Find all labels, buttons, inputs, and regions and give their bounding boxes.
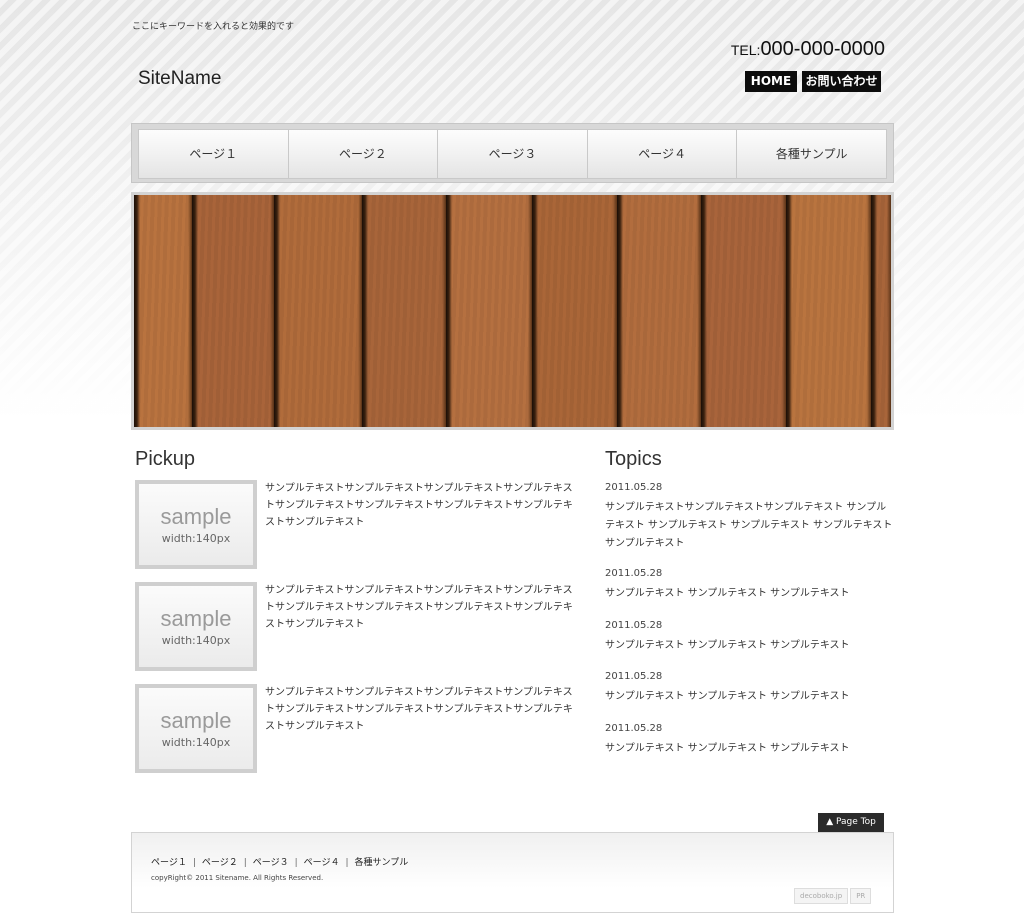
wood-plank [192,195,274,427]
wood-plank [701,195,786,427]
topic-text[interactable]: サンプルテキスト サンプルテキスト サンプルテキスト [605,740,895,758]
wood-plank [532,195,617,427]
tel-label: TEL: [730,42,761,58]
pickup-thumbnail[interactable]: sample width:140px [135,684,257,773]
wood-plank [446,195,532,427]
page-top-button[interactable]: ▲ Page Top [818,813,884,832]
thumb-size: width:140px [161,736,231,749]
topic-text[interactable]: サンプルテキスト サンプルテキスト サンプルテキスト [605,637,895,655]
tel-value: 000-000-0000 [760,38,885,60]
wood-plank [274,195,362,427]
badge-site[interactable]: decoboko.jp [794,888,849,904]
pickup-thumbnail[interactable]: sample width:140px [135,582,257,671]
footer: ページ１ | ページ２ | ページ３ | ページ４ | 各種サンプル copyRight© 20… [131,832,894,913]
nav-item-samples[interactable]: 各種サンプル [737,130,886,178]
topic-text[interactable]: サンプルテキスト サンプルテキスト サンプルテキスト [605,688,895,706]
pickup-text: サンプルテキストサンプルテキストサンプルテキストサンプルテキストサンプルテキスト… [265,483,573,528]
wood-plank [362,195,446,427]
wood-plank [871,195,891,427]
topic-text[interactable]: サンプルテキストサンプルテキストサンプルテキスト サンプルテキスト サンプルテキ… [605,499,895,553]
nav-bar: ページ１ ページ２ ページ３ ページ４ 各種サンプル [138,129,887,179]
footer-link-page1[interactable]: ページ１ [151,858,187,868]
footer-separator: | [243,858,247,868]
ad-badge[interactable]: decoboko.jp PR [794,888,872,904]
pickup-heading: Pickup [135,448,196,470]
topic-date: 2011.05.28 [605,620,663,631]
nav-item-page4[interactable]: ページ４ [588,130,738,178]
pickup-text: サンプルテキストサンプルテキストサンプルテキストサンプルテキストサンプルテキスト… [265,585,573,630]
thumb-word: sample [160,708,232,733]
footer-separator: | [345,858,349,868]
thumb-word: sample [160,606,232,631]
footer-separator: | [294,858,298,868]
copyright-text: copyRight© 2011 Sitename. All Rights Res… [151,874,324,882]
thumb-word: sample [160,504,232,529]
thumb-size: width:140px [161,532,231,545]
wood-plank [617,195,701,427]
pickup-text: サンプルテキストサンプルテキストサンプルテキストサンプルテキストサンプルテキスト… [265,687,573,732]
topic-text[interactable]: サンプルテキスト サンプルテキスト サンプルテキスト [605,585,895,603]
topic-date: 2011.05.28 [605,723,663,734]
footer-link-page3[interactable]: ページ３ [253,858,289,868]
phone-number: TEL:000-000-0000 [731,38,885,61]
site-logo-name[interactable]: SiteName [138,68,221,90]
topic-date: 2011.05.28 [605,568,663,579]
topics-heading: Topics [605,448,662,470]
nav-item-page2[interactable]: ページ２ [289,130,439,178]
home-button[interactable]: HOME [745,71,797,92]
footer-link-page4[interactable]: ページ４ [304,858,340,868]
wood-plank [134,195,192,427]
pickup-thumbnail[interactable]: sample width:140px [135,480,257,569]
hero-wood-image [131,192,894,430]
footer-link-page2[interactable]: ページ２ [202,858,238,868]
footer-links: ページ１ | ページ２ | ページ３ | ページ４ | 各種サンプル [151,855,408,868]
topic-date: 2011.05.28 [605,671,663,682]
thumb-size: width:140px [161,634,231,647]
nav-item-page1[interactable]: ページ１ [139,130,289,178]
footer-separator: | [192,858,196,868]
topic-date: 2011.05.28 [605,482,663,493]
global-nav: ページ１ ページ２ ページ３ ページ４ 各種サンプル [131,123,894,183]
badge-pr[interactable]: PR [850,888,872,904]
nav-item-page3[interactable]: ページ３ [438,130,588,178]
footer-link-samples[interactable]: 各種サンプル [355,858,409,868]
tagline: ここにキーワードを入れると効果的です [132,22,295,32]
wood-plank [786,195,871,427]
contact-button[interactable]: お問い合わせ [802,71,881,92]
wood-planks [134,195,891,427]
